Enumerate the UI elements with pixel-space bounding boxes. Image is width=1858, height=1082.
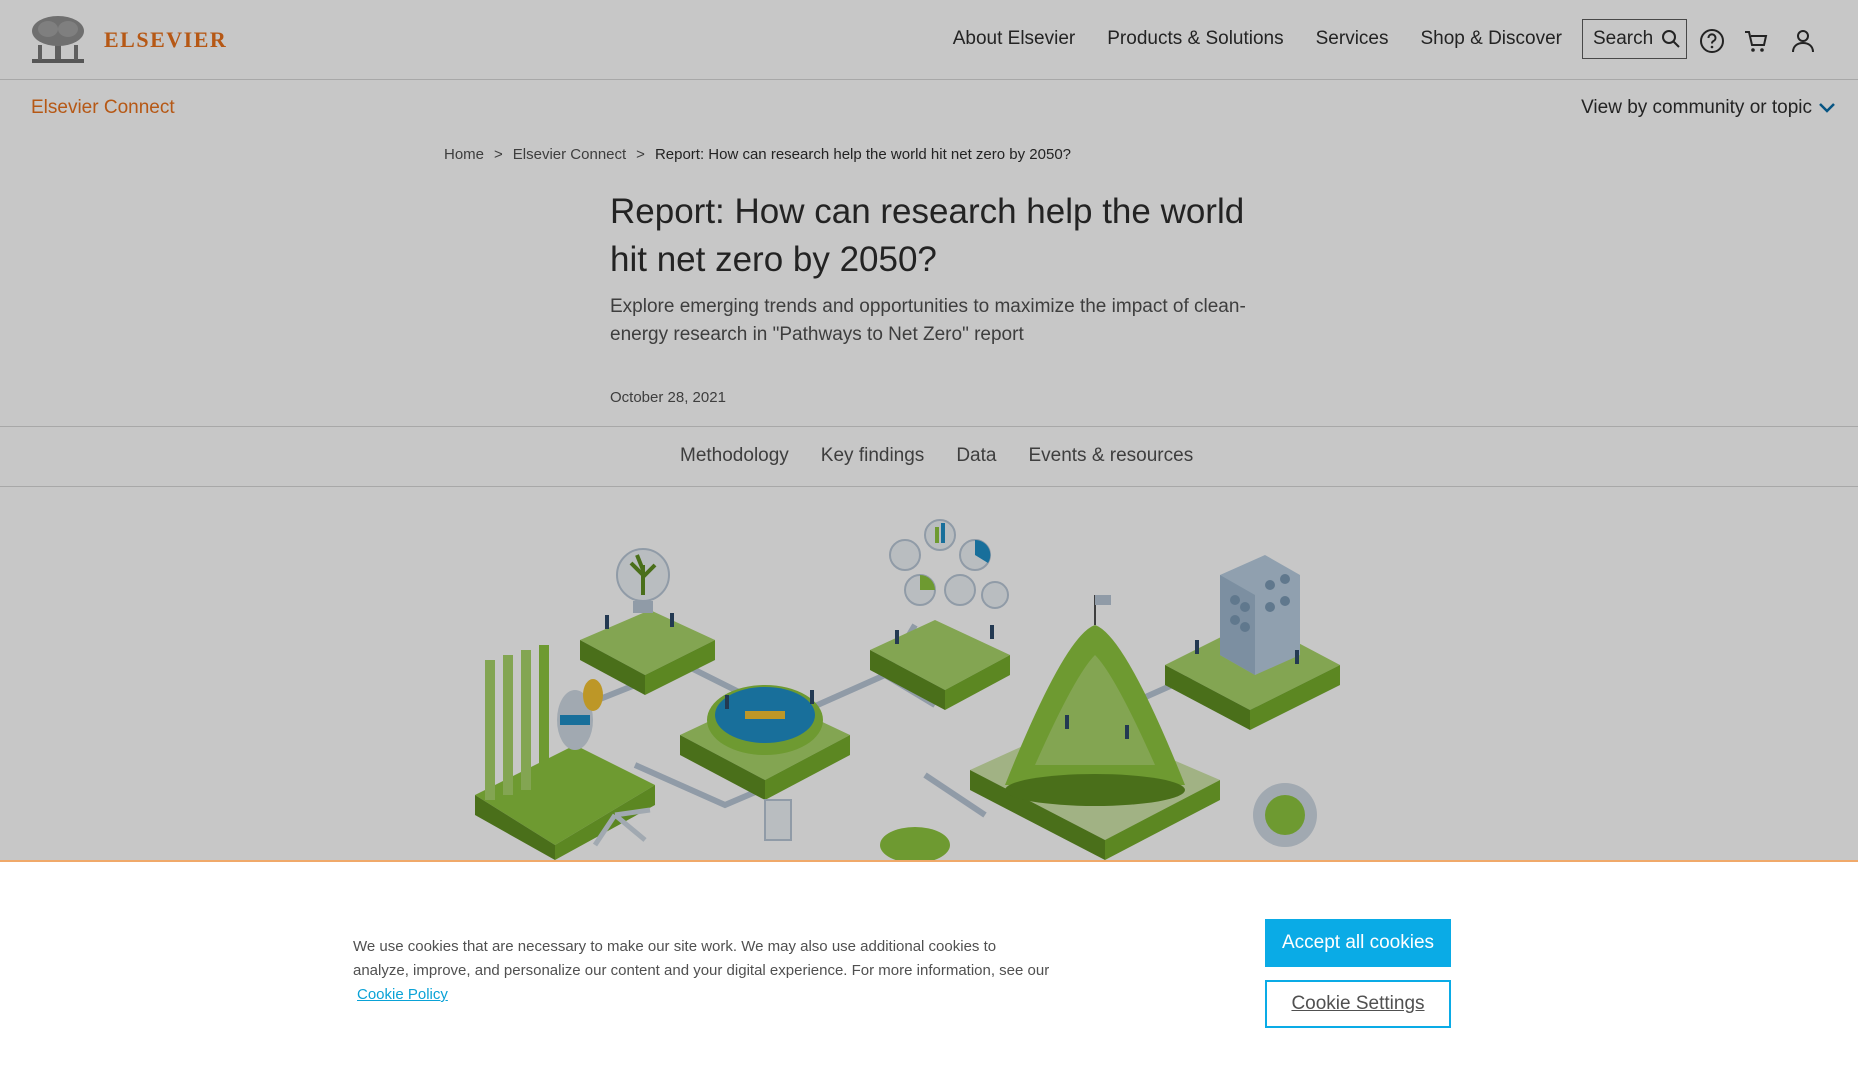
cookie-text: We use cookies that are necessary to mak… bbox=[353, 938, 1050, 979]
modal-backdrop bbox=[0, 0, 1858, 860]
cookie-policy-link[interactable]: Cookie Policy bbox=[357, 986, 448, 1003]
cookie-message: We use cookies that are necessary to mak… bbox=[353, 935, 1053, 1007]
cookie-banner: We use cookies that are necessary to mak… bbox=[0, 860, 1858, 1082]
cookie-settings-button[interactable]: Cookie Settings bbox=[1265, 980, 1451, 1028]
accept-all-cookies-button[interactable]: Accept all cookies bbox=[1265, 919, 1451, 967]
page: ELSEVIER About Elsevier Products & Solut… bbox=[0, 0, 1858, 1082]
